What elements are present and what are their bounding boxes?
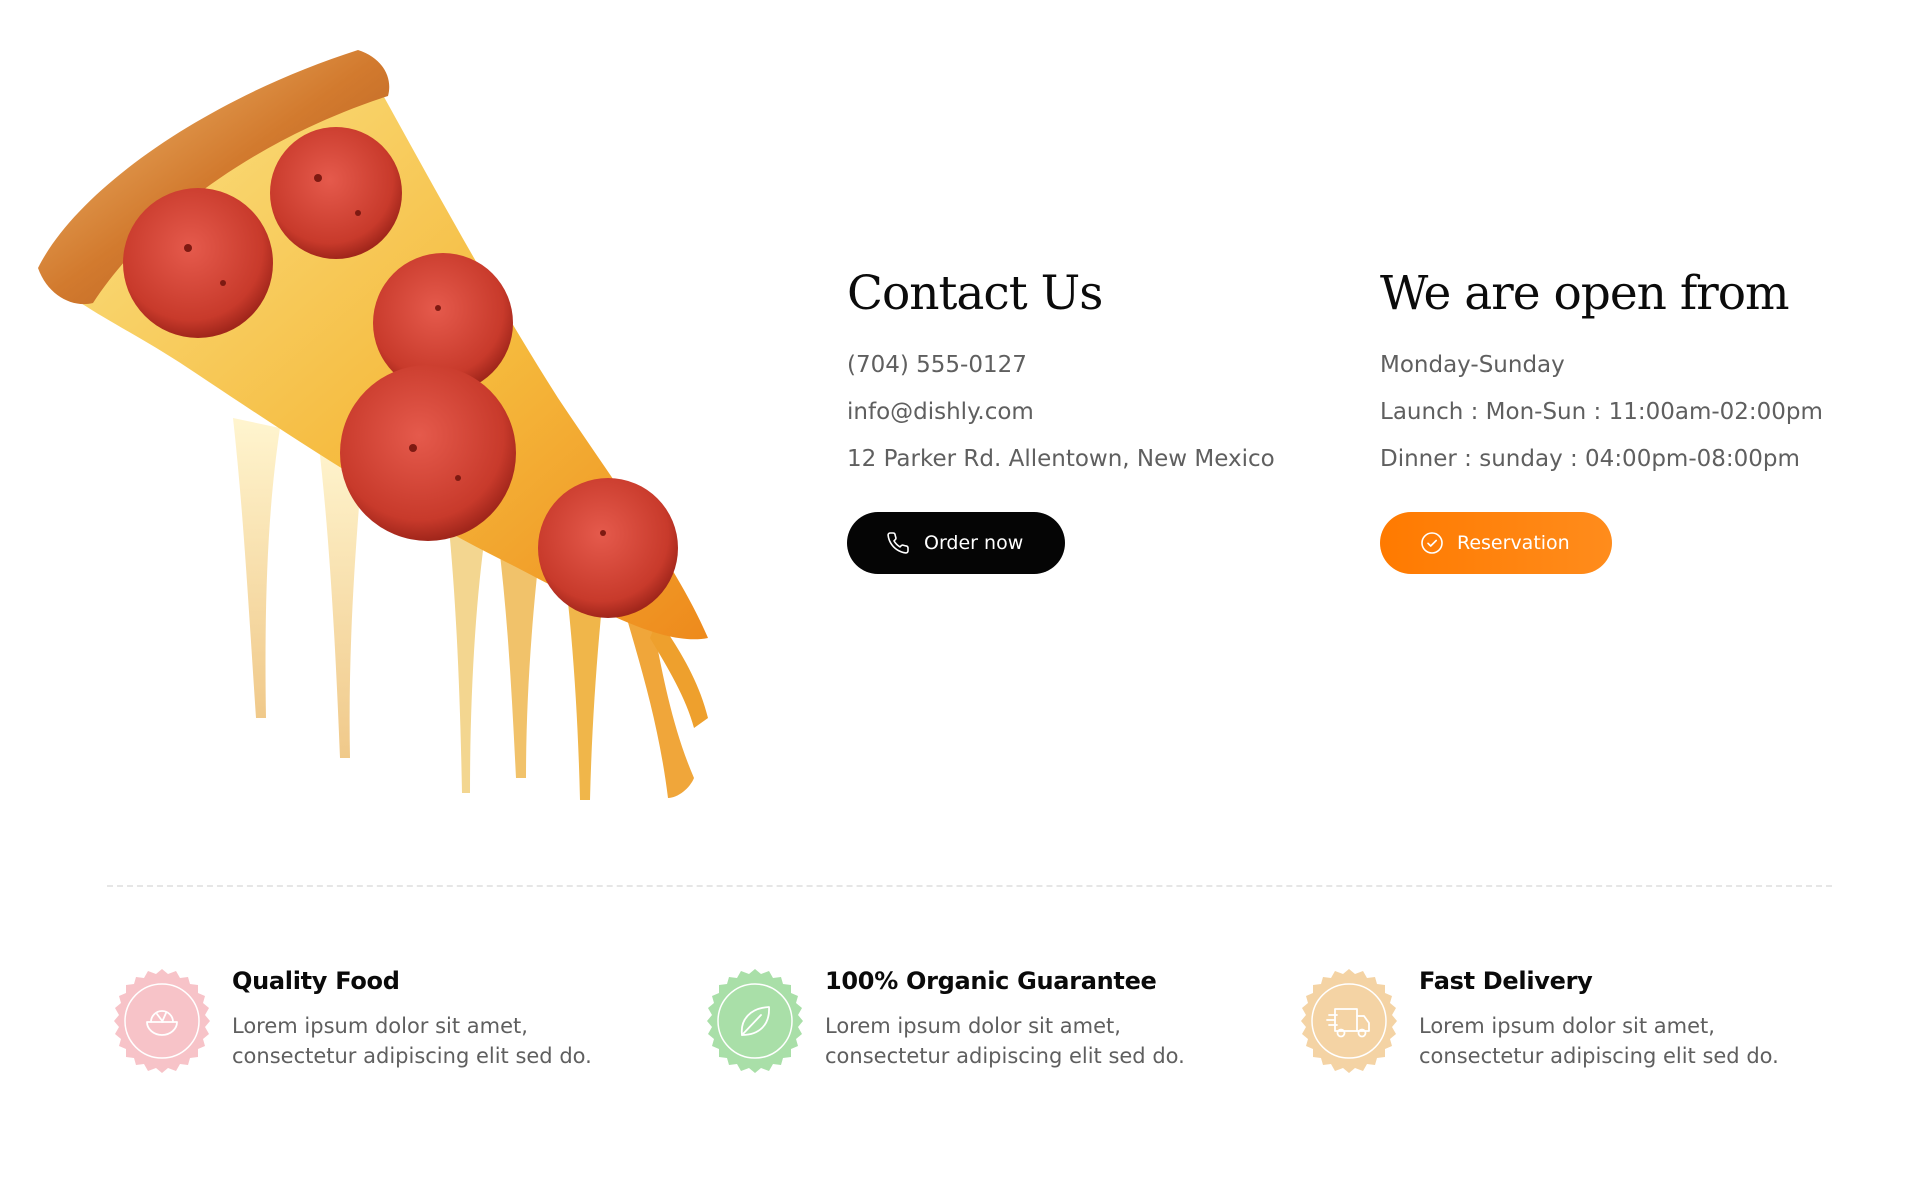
reservation-button[interactable]: Reservation xyxy=(1380,512,1612,574)
feature-description-line: Lorem ipsum dolor sit amet, xyxy=(1419,1014,1715,1038)
feature-title: Fast Delivery xyxy=(1419,967,1593,995)
feature-description: Lorem ipsum dolor sit amet, consectetur … xyxy=(825,1011,1265,1071)
reservation-label: Reservation xyxy=(1457,532,1570,554)
phone-icon xyxy=(887,531,911,555)
pizza-slice-image xyxy=(38,50,708,800)
contact-section: Contact Us (704) 555-0127 info@dishly.co… xyxy=(847,262,1307,574)
feature-organic-guarantee: 100% Organic Guarantee Lorem ipsum dolor… xyxy=(703,967,1263,1077)
feature-fast-delivery: Fast Delivery Lorem ipsum dolor sit amet… xyxy=(1297,967,1857,1077)
contact-address: 12 Parker Rd. Allentown, New Mexico xyxy=(847,446,1275,472)
feature-description-line: consectetur adipiscing elit sed do. xyxy=(1419,1044,1779,1068)
hours-dinner: Dinner : sunday : 04:00pm-08:00pm xyxy=(1380,446,1800,472)
order-now-label: Order now xyxy=(924,532,1024,554)
feature-description: Lorem ipsum dolor sit amet, consectetur … xyxy=(232,1011,672,1071)
feature-description-line: Lorem ipsum dolor sit amet, xyxy=(825,1014,1121,1038)
contact-phone[interactable]: (704) 555-0127 xyxy=(847,342,1307,389)
hours-launch: Launch : Mon-Sun : 11:00am-02:00pm xyxy=(1380,399,1823,425)
section-divider xyxy=(107,885,1832,887)
hours-heading: We are open from xyxy=(1380,266,1790,321)
delivery-truck-icon xyxy=(1301,969,1397,1073)
feature-title: 100% Organic Guarantee xyxy=(825,967,1157,995)
feature-quality-food: Quality Food Lorem ipsum dolor sit amet,… xyxy=(110,967,670,1077)
contact-email[interactable]: info@dishly.com xyxy=(847,389,1307,436)
check-circle-icon xyxy=(1420,531,1444,555)
feature-description-line: consectetur adipiscing elit sed do. xyxy=(232,1044,592,1068)
feature-description-line: Lorem ipsum dolor sit amet, xyxy=(232,1014,528,1038)
contact-heading: Contact Us xyxy=(847,266,1103,321)
hours-days: Monday-Sunday xyxy=(1380,352,1565,378)
order-now-button[interactable]: Order now xyxy=(847,512,1065,574)
food-bowl-icon xyxy=(114,969,210,1073)
leaf-icon xyxy=(707,969,803,1073)
feature-description-line: consectetur adipiscing elit sed do. xyxy=(825,1044,1185,1068)
feature-title: Quality Food xyxy=(232,967,400,995)
feature-description: Lorem ipsum dolor sit amet, consectetur … xyxy=(1419,1011,1859,1071)
hours-section: We are open from Monday-Sunday Launch : … xyxy=(1380,262,1900,574)
